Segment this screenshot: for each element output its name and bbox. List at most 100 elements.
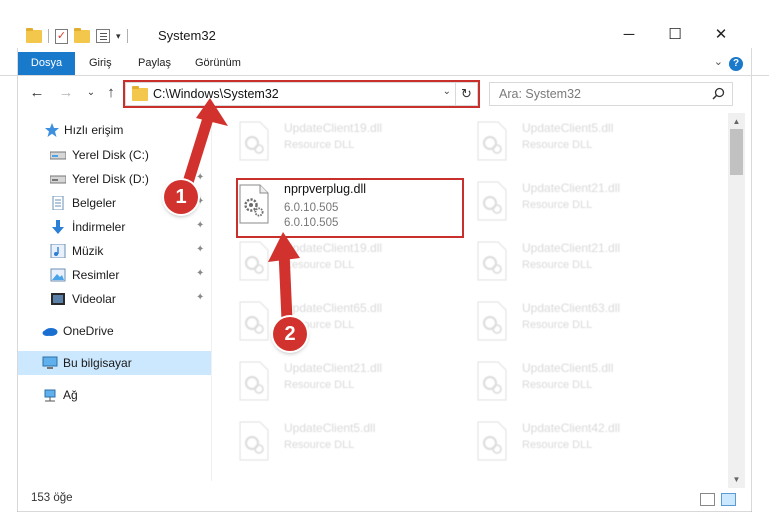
file-name: UpdateClient19.dll [284, 241, 383, 255]
pin-icon[interactable]: ✦ [196, 292, 204, 303]
file-item[interactable]: UpdateClient42.dll Resource DLL [456, 413, 686, 469]
maximize-button[interactable]: ☐ [652, 22, 698, 48]
file-item[interactable]: UpdateClient5.dll Resource DLL [218, 413, 448, 469]
file-item[interactable]: UpdateClient65.dll Resource DLL [218, 293, 448, 349]
sidebar-item-label: Hızlı erişim [64, 123, 124, 137]
file-item[interactable]: UpdateClient21.dll Resource DLL [456, 233, 686, 289]
callout-step-2: 2 [273, 317, 307, 351]
dll-file-icon [239, 361, 269, 401]
large-icons-view-icon[interactable] [721, 493, 736, 506]
sidebar-item-onedrive[interactable]: OneDrive [18, 319, 211, 343]
file-description: Resource DLL [284, 139, 355, 151]
pin-icon[interactable]: ✦ [196, 244, 204, 255]
dll-file-icon [239, 121, 269, 161]
quick-access-toolbar: ✓ ▾ [26, 26, 128, 46]
ribbon-tabs: Dosya Giriş Paylaş Görünüm ⌄ ? [0, 52, 769, 76]
pin-icon[interactable]: ✦ [196, 220, 204, 231]
sidebar-item-music[interactable]: Müzik ✦ [18, 239, 211, 263]
sidebar-item-label: Bu bilgisayar [63, 356, 132, 370]
pane-divider[interactable] [211, 113, 212, 481]
file-item[interactable]: UpdateClient5.dll Resource DLL [456, 353, 686, 409]
file-name: UpdateClient19.dll [284, 121, 383, 135]
close-button[interactable]: ✕ [698, 22, 744, 48]
pin-icon[interactable]: ✦ [196, 172, 204, 183]
file-description: Resource DLL [522, 379, 593, 391]
file-item[interactable]: UpdateClient5.dll Resource DLL [456, 113, 686, 169]
scroll-up-icon[interactable]: ▲ [728, 113, 745, 130]
file-description: Resource DLL [522, 199, 593, 211]
help-icon[interactable]: ? [729, 57, 743, 71]
minimize-button[interactable]: ─ [606, 22, 652, 48]
scroll-thumb[interactable] [730, 129, 743, 175]
up-button[interactable]: ↑ [101, 83, 121, 103]
file-description: Resource DLL [522, 259, 593, 271]
address-highlight-box [123, 80, 480, 108]
quick-access-dropdown-icon[interactable]: ▾ [116, 31, 121, 42]
tab-share[interactable]: Paylaş [138, 52, 171, 75]
network-icon [44, 389, 56, 402]
sidebar-item-this-pc[interactable]: Bu bilgisayar [18, 351, 211, 375]
customize-icon[interactable] [96, 29, 110, 43]
forward-button[interactable]: → [56, 83, 76, 103]
dll-file-icon [239, 241, 269, 281]
file-description: Resource DLL [284, 379, 355, 391]
tab-view[interactable]: Görünüm [195, 52, 241, 75]
sidebar-item-label: Ağ [63, 388, 78, 402]
toolbar-separator [126, 29, 128, 43]
properties-check-icon[interactable]: ✓ [55, 28, 68, 44]
file-item[interactable]: UpdateClient21.dll Resource DLL [218, 353, 448, 409]
music-icon [50, 244, 66, 258]
search-icon[interactable] [712, 87, 725, 100]
folder-icon [26, 27, 42, 43]
file-name: UpdateClient21.dll [522, 241, 621, 255]
back-button[interactable]: ← [27, 83, 47, 103]
file-highlight-box [236, 178, 464, 238]
search-box[interactable]: Ara: System32 [489, 82, 733, 106]
title-bar: ✓ ▾ System32 ─ ☐ ✕ [0, 0, 769, 48]
sidebar-item-label: Videolar [72, 292, 116, 306]
recent-locations-button[interactable]: ⌄ [81, 83, 101, 103]
sidebar-item-label: Resimler [72, 268, 120, 282]
drive-icon [50, 151, 66, 160]
file-description: Resource DLL [522, 439, 593, 451]
new-folder-icon[interactable] [74, 27, 90, 43]
pin-icon[interactable]: ✦ [196, 268, 204, 279]
expand-ribbon-icon[interactable]: ⌄ [714, 55, 723, 68]
tab-file[interactable]: Dosya [18, 52, 75, 75]
videos-icon [51, 293, 65, 305]
sidebar-item-videos[interactable]: Videolar ✦ [18, 287, 211, 311]
tab-home[interactable]: Giriş [89, 52, 112, 75]
sidebar-item-network[interactable]: Ağ [18, 383, 211, 407]
details-view-icon[interactable] [700, 493, 715, 506]
sidebar-item-label: OneDrive [63, 324, 114, 338]
computer-icon [42, 356, 58, 369]
file-description: Resource DLL [522, 319, 593, 331]
sidebar-item-drive-c[interactable]: Yerel Disk (C:) ✦ [18, 143, 211, 167]
dll-file-icon [477, 421, 507, 461]
file-description: Resource DLL [522, 139, 593, 151]
sidebar-item-label: Yerel Disk (C:) [72, 148, 149, 162]
file-description: Resource DLL [284, 439, 355, 451]
dll-file-icon [477, 361, 507, 401]
dll-file-icon [239, 301, 269, 341]
pin-icon[interactable]: ✦ [196, 148, 204, 159]
file-name: UpdateClient42.dll [522, 421, 621, 435]
vertical-scrollbar[interactable]: ▲ ▼ [728, 113, 745, 488]
file-item[interactable]: UpdateClient63.dll Resource DLL [456, 293, 686, 349]
sidebar-item-label: Yerel Disk (D:) [72, 172, 149, 186]
pictures-icon [50, 268, 66, 282]
scroll-down-icon[interactable]: ▼ [728, 471, 745, 488]
file-name: UpdateClient5.dll [284, 421, 376, 435]
sidebar-item-downloads[interactable]: İndirmeler ✦ [18, 215, 211, 239]
file-item[interactable]: UpdateClient19.dll Resource DLL [218, 233, 448, 289]
file-description: Resource DLL [284, 259, 355, 271]
file-name: UpdateClient63.dll [522, 301, 621, 315]
documents-icon [52, 196, 64, 210]
search-input[interactable]: Ara: System32 [499, 87, 581, 101]
file-item[interactable]: UpdateClient21.dll Resource DLL [456, 173, 686, 229]
file-item[interactable]: UpdateClient19.dll Resource DLL [218, 113, 448, 169]
callout-step-1: 1 [164, 180, 198, 214]
sidebar-item-pictures[interactable]: Resimler ✦ [18, 263, 211, 287]
file-name: UpdateClient65.dll [284, 301, 383, 315]
sidebar-item-quick-access[interactable]: Hızlı erişim [18, 118, 211, 142]
